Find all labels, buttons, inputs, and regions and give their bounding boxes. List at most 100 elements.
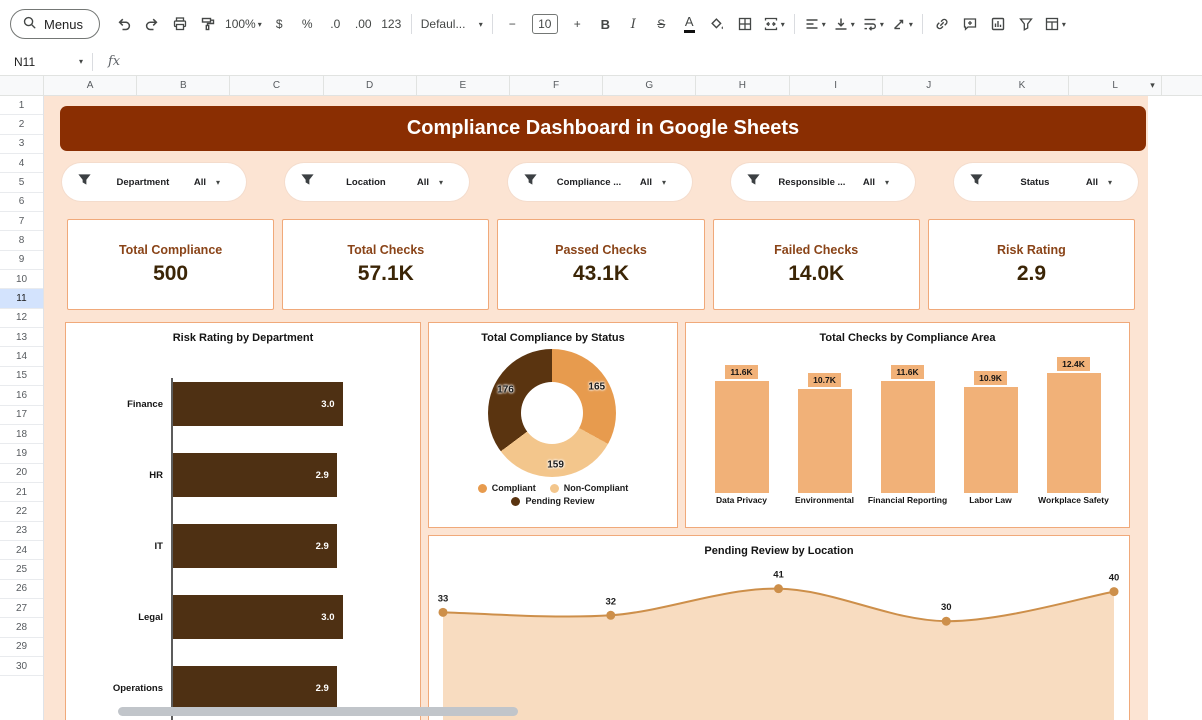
column-header-B[interactable]: B (137, 76, 230, 95)
italic-button[interactable]: I (620, 11, 647, 37)
row-header-8[interactable]: 8 (0, 231, 43, 250)
bar-category-label: Finance (74, 399, 171, 410)
row-header-9[interactable]: 9 (0, 251, 43, 270)
vertical-align-button[interactable]: ▾ (830, 11, 858, 37)
menus-button[interactable]: Menus (10, 9, 100, 39)
legend-dot (550, 484, 559, 493)
percent-format-button[interactable]: % (294, 11, 321, 37)
row-header-6[interactable]: 6 (0, 193, 43, 212)
column-header-H[interactable]: H (696, 76, 789, 95)
chevron-down-icon[interactable]: ▾ (1150, 80, 1155, 91)
insert-link-button[interactable] (929, 11, 956, 37)
row-header-30[interactable]: 30 (0, 657, 43, 676)
row-header-22[interactable]: 22 (0, 502, 43, 521)
more-formats-button[interactable]: 123 (378, 11, 405, 37)
chevron-down-icon: ▾ (479, 20, 483, 29)
paint-format-button[interactable] (194, 11, 221, 37)
legend-row: Pending Review (511, 496, 594, 506)
borders-button[interactable] (732, 11, 759, 37)
row-header-4[interactable]: 4 (0, 154, 43, 173)
print-button[interactable] (166, 11, 193, 37)
row-header-24[interactable]: 24 (0, 541, 43, 560)
filter-department[interactable]: DepartmentAll▾ (62, 163, 246, 201)
bar-category-label: Legal (74, 612, 171, 623)
bar (881, 381, 935, 493)
row-header-5[interactable]: 5 (0, 173, 43, 192)
row-header-25[interactable]: 25 (0, 560, 43, 579)
insert-comment-button[interactable] (957, 11, 984, 37)
column-header-L[interactable]: L (1069, 76, 1162, 95)
column-header-K[interactable]: K (976, 76, 1069, 95)
strikethrough-button[interactable]: S (648, 11, 675, 37)
increase-font-size-button[interactable]: + (564, 11, 591, 37)
decrease-decimal-button[interactable]: .0 (322, 11, 349, 37)
row-header-14[interactable]: 14 (0, 347, 43, 366)
menus-label: Menus (44, 17, 83, 32)
row-header-11[interactable]: 11 (0, 289, 43, 308)
row-header-28[interactable]: 28 (0, 618, 43, 637)
bar-value-label: 11.6K (891, 365, 923, 379)
redo-button[interactable] (138, 11, 165, 37)
horizontal-scrollbar[interactable] (118, 707, 518, 716)
row-header-18[interactable]: 18 (0, 425, 43, 444)
row-header-26[interactable]: 26 (0, 580, 43, 599)
horizontal-align-button[interactable]: ▾ (801, 11, 829, 37)
chart-pending-review-by-location[interactable]: Pending Review by Location 3332413040 (428, 535, 1130, 720)
column-header-J[interactable]: J (883, 76, 976, 95)
row-header-1[interactable]: 1 (0, 96, 43, 115)
row-header-3[interactable]: 3 (0, 135, 43, 154)
row-header-20[interactable]: 20 (0, 464, 43, 483)
bold-button[interactable]: B (592, 11, 619, 37)
chart-risk-rating-by-department[interactable]: Risk Rating by Department Finance3.0HR2.… (65, 322, 421, 720)
name-box[interactable]: N11 ▾ (0, 48, 92, 75)
bold-button-label: B (601, 17, 610, 32)
filter-status[interactable]: StatusAll▾ (954, 163, 1138, 201)
filter-responsible[interactable]: Responsible ...All▾ (731, 163, 915, 201)
zoom-select[interactable]: 100%▾ (222, 11, 265, 37)
percent-format-button-label: % (302, 17, 313, 31)
filter-location[interactable]: LocationAll▾ (285, 163, 469, 201)
create-filter-button[interactable] (1013, 11, 1040, 37)
toolbar-divider (492, 14, 493, 34)
column-header-D[interactable]: D (324, 76, 417, 95)
column-header-E[interactable]: E (417, 76, 510, 95)
row-header-23[interactable]: 23 (0, 522, 43, 541)
bar (1047, 373, 1101, 493)
fill-color-button[interactable] (704, 11, 731, 37)
row-header-12[interactable]: 12 (0, 309, 43, 328)
filter-value: All (863, 177, 875, 188)
column-header-G[interactable]: G (603, 76, 696, 95)
undo-button[interactable] (110, 11, 137, 37)
row-header-19[interactable]: 19 (0, 444, 43, 463)
chart-total-compliance-by-status[interactable]: Total Compliance by Status 165159176 Com… (428, 322, 678, 528)
text-color-button[interactable]: A (676, 11, 703, 37)
currency-format-button[interactable]: $ (266, 11, 293, 37)
row-header-27[interactable]: 27 (0, 599, 43, 618)
font-select[interactable]: Defaul...▾ (418, 11, 486, 37)
row-header-16[interactable]: 16 (0, 386, 43, 405)
row-header-7[interactable]: 7 (0, 212, 43, 231)
row-header-17[interactable]: 17 (0, 406, 43, 425)
increase-decimal-button[interactable]: .00 (350, 11, 377, 37)
row-header-2[interactable]: 2 (0, 115, 43, 134)
row-header-29[interactable]: 29 (0, 638, 43, 657)
row-header-21[interactable]: 21 (0, 483, 43, 502)
font-size-input[interactable]: 10 (527, 11, 563, 37)
column-header-F[interactable]: F (510, 76, 603, 95)
filter-compliance[interactable]: Compliance ...All▾ (508, 163, 692, 201)
text-wrap-button[interactable]: ▾ (859, 11, 887, 37)
column-header-I[interactable]: I (790, 76, 883, 95)
decrease-font-size-button[interactable]: − (499, 11, 526, 37)
text-rotation-button[interactable]: ▾ (888, 11, 916, 37)
select-all-corner[interactable] (0, 76, 44, 95)
row-header-13[interactable]: 13 (0, 328, 43, 347)
insert-chart-button[interactable] (985, 11, 1012, 37)
row-header-15[interactable]: 15 (0, 367, 43, 386)
chart-total-checks-by-compliance-area[interactable]: Total Checks by Compliance Area 11.6K10.… (685, 322, 1130, 528)
bar-row-legal: Legal3.0 (74, 595, 404, 639)
row-header-10[interactable]: 10 (0, 270, 43, 289)
column-header-C[interactable]: C (230, 76, 323, 95)
column-header-A[interactable]: A (44, 76, 137, 95)
table-views-button[interactable]: ▾ (1041, 11, 1069, 37)
merge-cells-button[interactable]: ▾ (760, 11, 788, 37)
